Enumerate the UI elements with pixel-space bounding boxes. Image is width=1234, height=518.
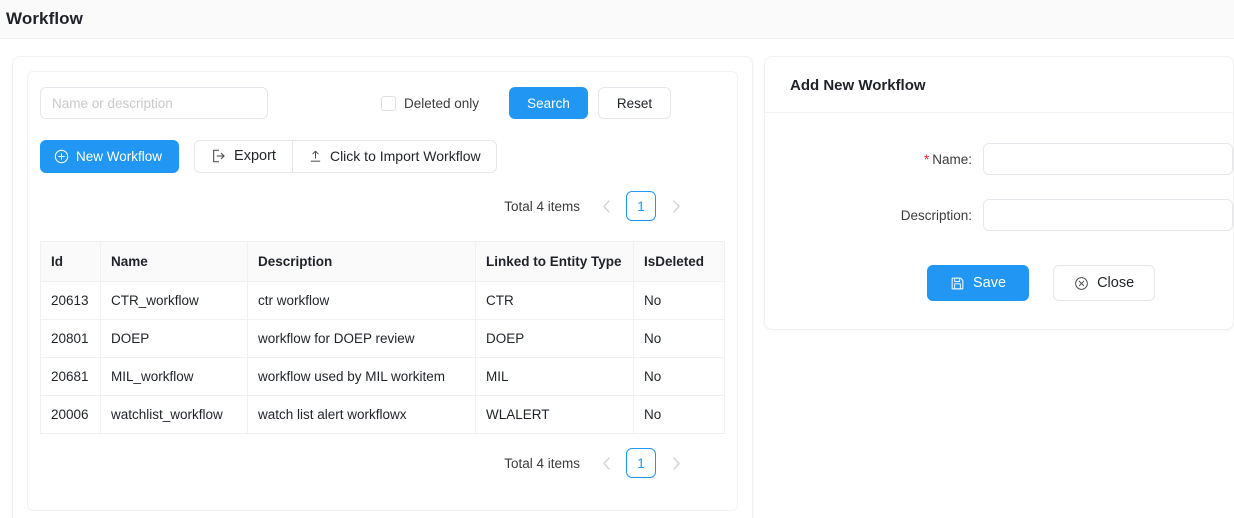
import-label: Click to Import Workflow (329, 148, 481, 164)
pagination-total-top: Total 4 items (504, 198, 580, 214)
new-workflow-button[interactable]: New Workflow (40, 139, 180, 173)
close-label: Close (1097, 275, 1135, 291)
description-input[interactable] (983, 199, 1233, 231)
name-field-label: * Name: (765, 152, 983, 167)
table-row[interactable]: 20006 watchlist_workflow watch list aler… (40, 395, 725, 434)
pagination-page-1-top[interactable]: 1 (626, 191, 656, 221)
table-row[interactable]: 20681 MIL_workflow workflow used by MIL … (40, 357, 725, 396)
name-input[interactable] (983, 143, 1233, 175)
cell-id[interactable]: 20801 (40, 319, 101, 358)
search-input[interactable] (40, 87, 268, 119)
table-header-row: Id Name Description Linked to Entity Typ… (40, 241, 725, 282)
deleted-only-label: Deleted only (404, 95, 480, 111)
name-label-text: Name: (932, 151, 972, 167)
upload-icon (308, 149, 323, 164)
add-workflow-panel: Add New Workflow * Name: Description: Sa… (764, 56, 1234, 330)
save-label: Save (973, 275, 1007, 291)
page-header: Workflow (0, 0, 1234, 38)
close-button[interactable]: Close (1053, 265, 1156, 301)
cell-id[interactable]: 20006 (40, 395, 101, 434)
cell-name: MIL_workflow (100, 357, 248, 396)
table-row[interactable]: 20613 CTR_workflow ctr workflow CTR No (40, 281, 725, 320)
column-header-name: Name (100, 241, 248, 282)
search-toolbar: Deleted only Search Reset (40, 86, 725, 120)
chevron-left-icon[interactable] (594, 194, 618, 218)
pagination-top: Total 4 items 1 (40, 189, 688, 223)
cell-description: ctr workflow (247, 281, 476, 320)
description-field-label: Description: (900, 207, 972, 223)
cell-isdeleted: No (644, 407, 662, 422)
cell-entity-type: WLALERT (475, 395, 634, 434)
reset-button[interactable]: Reset (597, 87, 672, 119)
cell-description: workflow for DOEP review (247, 319, 476, 358)
cell-isdeleted: No (633, 281, 725, 320)
cell-name: watchlist_workflow (100, 395, 248, 434)
page-body: Deleted only Search Reset New Workflow (0, 39, 1234, 518)
description-field-row: Description: (765, 199, 1233, 231)
cell-description: watch list alert workflowx (247, 395, 476, 434)
save-button[interactable]: Save (927, 265, 1030, 301)
cell-name: CTR_workflow (100, 281, 248, 320)
column-header-entity-type: Linked to Entity Type (475, 241, 634, 282)
cell-entity-type: DOEP (475, 319, 634, 358)
form-action-bar: Save Close (765, 265, 1233, 301)
cell-entity-type: CTR (475, 281, 634, 320)
deleted-only-checkbox[interactable] (381, 95, 396, 111)
import-export-group: Export Click to Import Workflow (194, 139, 497, 173)
workflow-list-inner: Deleted only Search Reset New Workflow (27, 71, 738, 511)
new-workflow-label: New Workflow (76, 148, 163, 164)
cell-name: DOEP (100, 319, 248, 358)
column-header-id: Id (40, 241, 101, 282)
cell-entity-type: MIL (475, 357, 634, 396)
close-circle-icon (1074, 276, 1089, 291)
column-header-isdeleted: IsDeleted (633, 241, 725, 282)
pagination-page-1-bottom[interactable]: 1 (626, 448, 656, 478)
required-marker: * (923, 151, 930, 167)
import-workflow-button[interactable]: Click to Import Workflow (292, 139, 497, 173)
export-button[interactable]: Export (194, 139, 293, 173)
name-field-row: * Name: (765, 143, 1233, 175)
column-header-description: Description (247, 241, 476, 282)
plus-circle-icon (54, 149, 69, 164)
save-icon (950, 276, 965, 291)
workflow-list-card: Deleted only Search Reset New Workflow (12, 56, 753, 518)
deleted-only-checkbox-wrap[interactable]: Deleted only (381, 95, 480, 111)
cell-isdeleted: No (633, 357, 725, 396)
workflow-table: Id Name Description Linked to Entity Typ… (40, 241, 725, 434)
cell-id[interactable]: 20613 (40, 281, 101, 320)
add-workflow-title: Add New Workflow (765, 57, 1233, 113)
chevron-right-icon[interactable] (664, 194, 688, 218)
export-label: Export (234, 148, 276, 164)
cell-isdeleted: No (633, 319, 725, 358)
search-button[interactable]: Search (509, 87, 588, 119)
cell-description: workflow used by MIL workitem (247, 357, 476, 396)
action-toolbar: New Workflow Export Click to Import Work… (40, 139, 725, 173)
pagination-total-bottom: Total 4 items (504, 455, 580, 471)
table-row[interactable]: 20801 DOEP workflow for DOEP review DOEP… (40, 319, 725, 358)
chevron-left-icon[interactable] (594, 451, 618, 475)
add-workflow-form: * Name: Description: Save Close (765, 113, 1233, 329)
chevron-right-icon[interactable] (664, 451, 688, 475)
cell-id[interactable]: 20681 (40, 357, 101, 396)
pagination-bottom: Total 4 items 1 (40, 446, 688, 480)
export-icon (211, 148, 227, 164)
page-title: Workflow (6, 9, 83, 28)
